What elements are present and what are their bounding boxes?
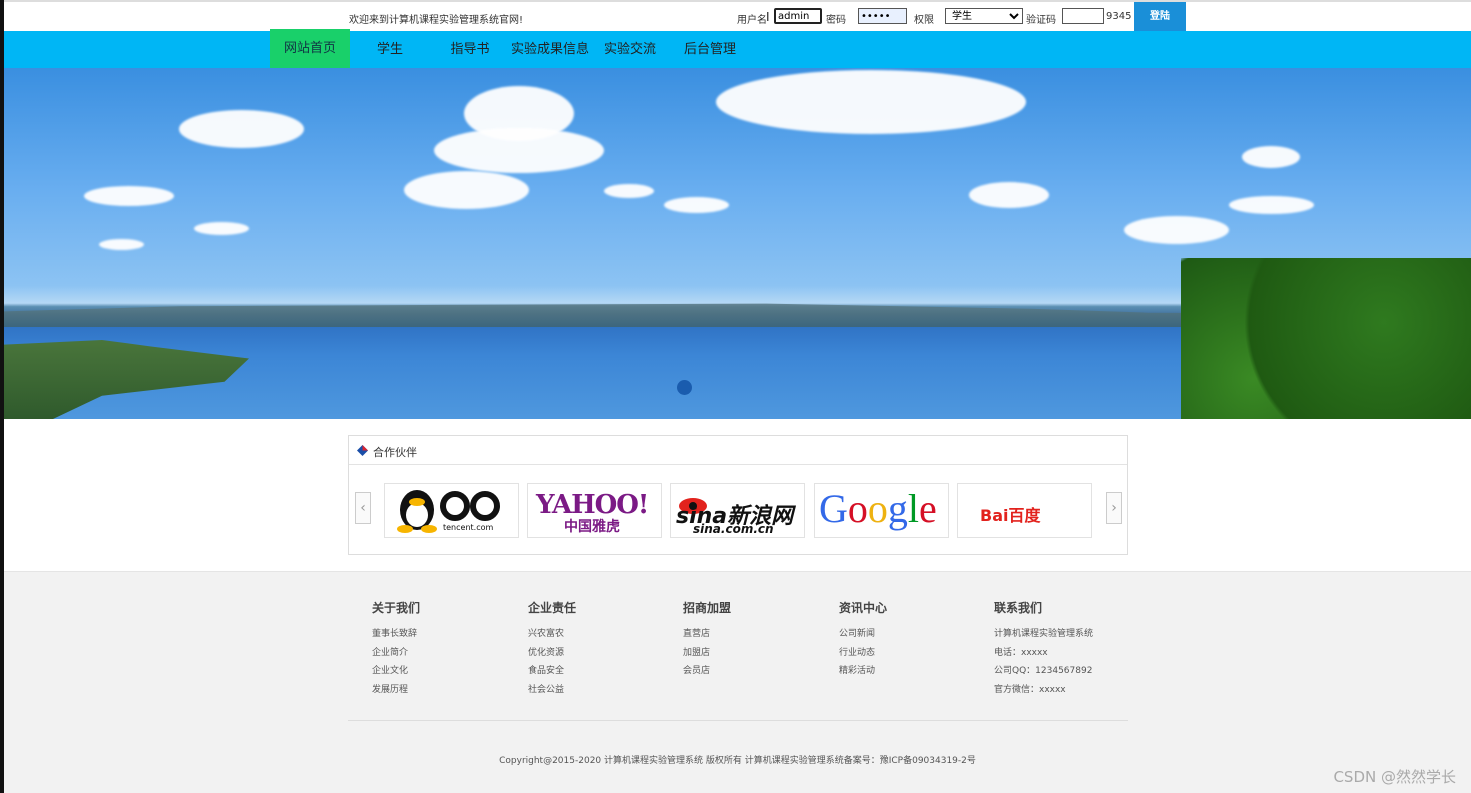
footer-column-title: 招商加盟: [683, 601, 732, 615]
footer-column-title: 联系我们: [994, 601, 1043, 615]
top-bar: 欢迎来到计算机课程实验管理系统官网! 用户名 I 密码 权限 学生 验证码 93…: [4, 0, 1471, 31]
footer-link[interactable]: 企业简介: [372, 644, 420, 663]
captcha-label: 验证码: [1026, 15, 1056, 26]
cloud: [404, 171, 529, 209]
password-input[interactable]: [858, 8, 907, 24]
footer-link[interactable]: 兴农富农: [528, 625, 576, 644]
captcha-code: 9345: [1106, 11, 1132, 22]
footer-column-title: 关于我们: [372, 601, 421, 615]
cloud: [99, 239, 144, 250]
footer-link[interactable]: 行业动态: [839, 644, 887, 663]
diamond-icon: [357, 445, 368, 456]
footer-link[interactable]: 社会公益: [528, 681, 576, 700]
role-label: 权限: [914, 15, 934, 26]
nav-item-guide[interactable]: 指导书: [430, 31, 510, 68]
right-trees: [1181, 258, 1471, 419]
nav-item-exchange[interactable]: 实验交流: [590, 31, 670, 68]
nav-item-students[interactable]: 学生: [350, 31, 430, 68]
footer-column-franchise: 招商加盟 直营店 加盟店 会员店: [683, 599, 731, 681]
welcome-text: 欢迎来到计算机课程实验管理系统官网!: [349, 15, 524, 26]
partner-logo-qq[interactable]: tencent.com: [384, 483, 519, 538]
captcha-input[interactable]: [1062, 8, 1104, 24]
nav-item-results[interactable]: 实验成果信息: [510, 31, 590, 68]
footer-link[interactable]: 企业文化: [372, 662, 420, 681]
partners-title: 合作伙伴: [373, 446, 417, 459]
page: 欢迎来到计算机课程实验管理系统官网! 用户名 I 密码 权限 学生 验证码 93…: [0, 0, 1471, 793]
yahoo-logo-sub: 中国雅虎: [564, 519, 620, 535]
baidu-logo-text: Bai百度: [980, 506, 1041, 525]
cloud: [1229, 196, 1314, 214]
copyright-text: Copyright@2015-2020 计算机课程实验管理系统 版权所有 计算机…: [499, 756, 976, 766]
partners-panel: 合作伙伴 ‹ › tencent.com YAHOO! 中国雅虎 sina新浪网…: [348, 435, 1128, 555]
footer-link[interactable]: 优化资源: [528, 644, 576, 663]
cloud: [1124, 216, 1229, 244]
footer-column-title: 资讯中心: [839, 601, 888, 615]
cloud: [604, 184, 654, 198]
sina-logo-sub: sina.com.cn: [693, 522, 774, 536]
partner-logo-baidu[interactable]: Bai百度: [957, 483, 1092, 538]
footer-column-news: 资讯中心 公司新闻 行业动态 精彩活动: [839, 599, 887, 681]
cloud: [434, 128, 604, 173]
password-label: 密码: [826, 15, 846, 26]
google-logo: Google: [819, 486, 937, 531]
footer: 关于我们 董事长致辞 企业简介 企业文化 发展历程 企业责任 兴农富农 优化资源…: [4, 571, 1471, 793]
svg-text:Google: Google: [819, 486, 937, 531]
footer-link[interactable]: 会员店: [683, 662, 731, 681]
username-input[interactable]: [774, 8, 822, 24]
footer-link[interactable]: 精彩活动: [839, 662, 887, 681]
text-cursor-icon: I: [766, 10, 770, 24]
footer-column-about: 关于我们 董事长致辞 企业简介 企业文化 发展历程: [372, 599, 420, 699]
nav-item-home[interactable]: 网站首页: [270, 29, 350, 69]
role-select[interactable]: 学生: [945, 8, 1023, 24]
login-button[interactable]: 登陆: [1134, 2, 1186, 31]
cloud: [179, 110, 304, 148]
footer-divider: [348, 720, 1128, 721]
carousel-dot[interactable]: [677, 380, 692, 395]
hero-banner: [4, 68, 1471, 419]
cloud: [664, 197, 729, 213]
footer-column-responsibility: 企业责任 兴农富农 优化资源 食品安全 社会公益: [528, 599, 576, 699]
footer-link[interactable]: 发展历程: [372, 681, 420, 700]
next-arrow-icon[interactable]: ›: [1106, 492, 1122, 524]
left-shore-land: [4, 339, 249, 419]
footer-contact-item: 公司QQ：1234567892: [994, 666, 1093, 676]
footer-contact-item: 计算机课程实验管理系统: [994, 629, 1094, 639]
qq-logo-sub: tencent.com: [443, 523, 494, 532]
footer-column-contact: 联系我们 计算机课程实验管理系统 电话：xxxxx 公司QQ：123456789…: [994, 599, 1093, 699]
footer-contact-item: 电话：xxxxx: [994, 647, 1048, 658]
footer-contact-item: 官方微信：xxxxx: [994, 684, 1066, 695]
cloud: [194, 222, 249, 235]
prev-arrow-icon[interactable]: ‹: [355, 492, 371, 524]
partner-logo-google[interactable]: Google: [814, 483, 949, 538]
footer-link[interactable]: 董事长致辞: [372, 625, 420, 644]
watermark-text: CSDN @然然学长: [1333, 768, 1456, 786]
footer-link[interactable]: 加盟店: [683, 644, 731, 663]
partner-logo-yahoo[interactable]: YAHOO! 中国雅虎: [527, 483, 662, 538]
cloud: [716, 70, 1026, 134]
footer-column-title: 企业责任: [528, 601, 577, 615]
cloud: [84, 186, 174, 206]
cloud: [1242, 146, 1300, 168]
cloud: [969, 182, 1049, 208]
partners-header: 合作伙伴: [349, 436, 1127, 465]
nav-item-admin[interactable]: 后台管理: [670, 31, 750, 68]
main-nav: 网站首页 学生 指导书 实验成果信息 实验交流 后台管理: [4, 29, 1471, 69]
partner-logo-sina[interactable]: sina新浪网 sina.com.cn: [670, 483, 805, 538]
username-label: 用户名: [737, 15, 767, 26]
footer-link[interactable]: 食品安全: [528, 662, 576, 681]
footer-link[interactable]: 公司新闻: [839, 625, 887, 644]
footer-link[interactable]: 直营店: [683, 625, 731, 644]
